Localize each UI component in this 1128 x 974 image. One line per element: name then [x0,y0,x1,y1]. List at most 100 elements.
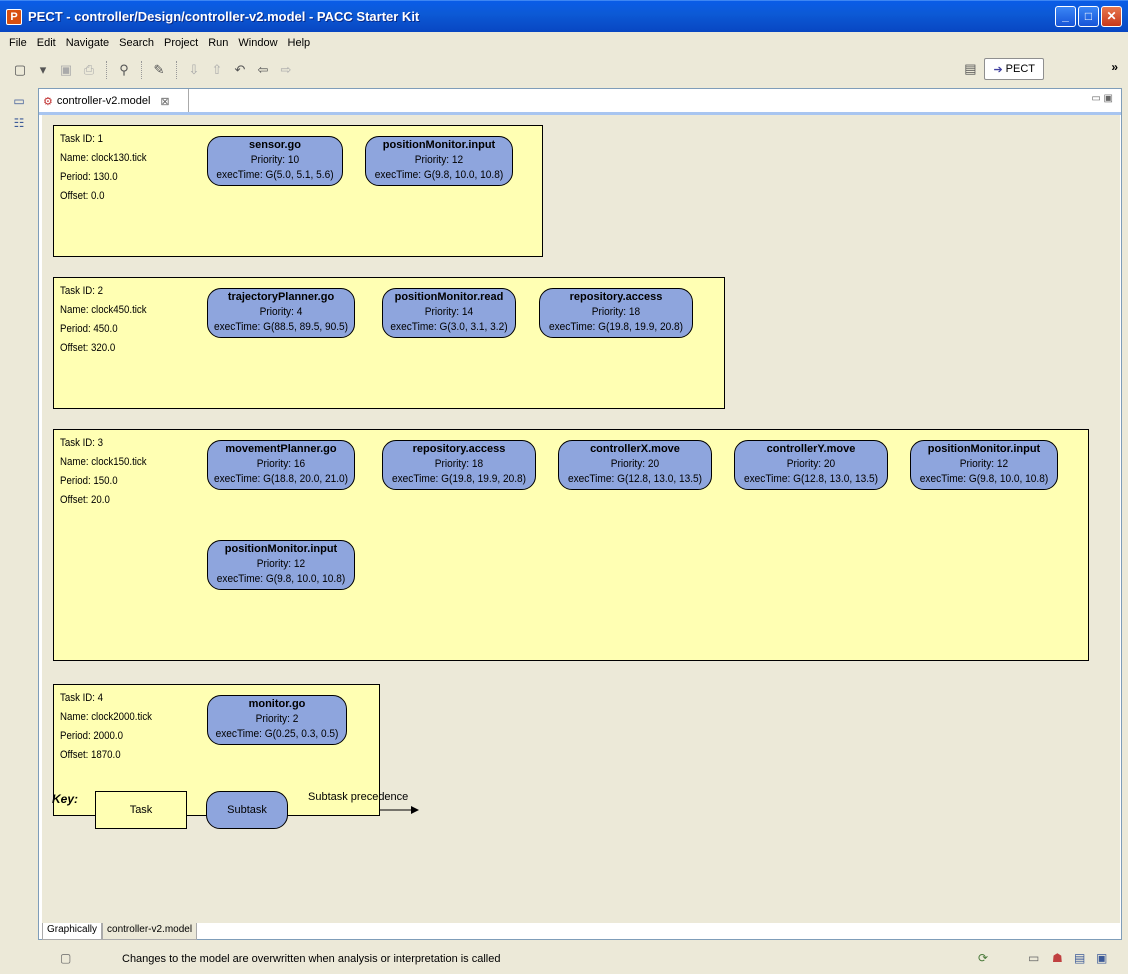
dropdown-icon[interactable]: ▾ [33,60,53,80]
pen-icon[interactable]: ✎ [149,60,169,80]
subtask-exectime: execTime: G(12.8, 13.0, 13.5) [567,473,703,485]
legend: Key: Task Subtask Subtask precedence [42,775,542,835]
subtask-node[interactable]: positionMonitor.read Priority: 14 execTi… [382,288,516,338]
subtask-node[interactable]: controllerX.move Priority: 20 execTime: … [558,440,712,490]
subtask-node[interactable]: sensor.go Priority: 10 execTime: G(5.0, … [207,136,343,186]
menu-edit[interactable]: Edit [32,37,61,49]
console-icon[interactable]: ▣ [1096,951,1107,965]
new-icon[interactable]: ▢ [10,60,30,80]
arrow-icon: ➔ [993,63,1003,76]
legend-task: Task [95,791,187,829]
subtask-name: controllerX.move [590,443,680,455]
subtask-priority: Priority: 12 [959,458,1009,470]
task-box[interactable]: Task ID: 1 Name: clock130.tick Period: 1… [53,125,543,257]
subtask-priority: Priority: 16 [256,458,306,470]
subtask-priority: Priority: 20 [786,458,836,470]
subtask-name: repository.access [412,443,506,455]
legend-label: Key: [52,792,79,806]
task-id: Task ID: 2 [60,285,104,297]
title-bar: P PECT - controller/Design/controller-v2… [0,0,1128,32]
subtask-node[interactable]: movementPlanner.go Priority: 16 execTime… [207,440,355,490]
subtask-name: trajectoryPlanner.go [227,291,335,303]
menu-navigate[interactable]: Navigate [61,37,114,49]
print-icon[interactable]: ⎙ [79,60,99,80]
subtask-node[interactable]: monitor.go Priority: 2 execTime: G(0.25,… [207,695,347,745]
tab-model-source[interactable]: controller-v2.model [102,923,198,940]
task-offset: Offset: 320.0 [60,342,116,354]
save-icon[interactable]: ▣ [56,60,76,80]
fast-view-icon[interactable]: ▢ [60,951,71,965]
menu-project[interactable]: Project [159,37,203,49]
editor-tab[interactable]: ⚙ controller-v2.model ⊠ [39,89,189,113]
subtask-node[interactable]: positionMonitor.input Priority: 12 execT… [910,440,1058,490]
editor-area: ⚙ controller-v2.model ⊠ ▭ ▣ Task ID: 1 N… [38,88,1122,940]
subtask-exectime: execTime: G(12.8, 13.0, 13.5) [743,473,879,485]
model-canvas[interactable]: Task ID: 1 Name: clock130.tick Period: 1… [42,115,1120,923]
back-icon[interactable]: ⇦ [253,60,273,80]
subtask-exectime: execTime: G(9.8, 10.0, 10.8) [919,473,1049,485]
main-toolbar: ▢ ▾ ▣ ⎙ ⚲ ✎ ⇩ ⇧ ↶ ⇦ ⇨ [0,56,1128,84]
task-offset: Offset: 0.0 [60,190,105,202]
minimize-button[interactable]: _ [1055,6,1076,27]
tab-graphically[interactable]: Graphically [42,923,103,940]
subtask-priority: Priority: 4 [259,306,303,318]
subtask-priority: Priority: 12 [256,558,306,570]
forward-icon[interactable]: ⇨ [276,60,296,80]
subtask-name: positionMonitor.read [394,291,504,303]
task-name: Name: clock130.tick [60,152,147,164]
subtask-node[interactable]: repository.access Priority: 18 execTime:… [382,440,536,490]
subtask-priority: Priority: 10 [250,154,300,166]
subtask-exectime: execTime: G(9.8, 10.0, 10.8) [216,573,346,585]
sync-icon[interactable]: ⟳ [978,951,988,965]
menu-help[interactable]: Help [283,37,316,49]
bottom-tabs: Graphically controller-v2.model [42,923,198,940]
subtask-priority: Priority: 14 [424,306,474,318]
task-name: Name: clock150.tick [60,456,147,468]
menu-file[interactable]: File [4,37,32,49]
subtask-name: repository.access [569,291,663,303]
task-period: Period: 150.0 [60,475,118,487]
task-id: Task ID: 4 [60,692,104,704]
person-icon[interactable]: ☗ [1052,951,1063,965]
window-icon[interactable]: ▤ [1074,951,1085,965]
restore-small-icon[interactable]: ▭ [1028,951,1039,965]
outline-icon[interactable]: ☷ [10,116,28,134]
close-button[interactable]: ✕ [1101,6,1122,27]
task-period: Period: 130.0 [60,171,118,183]
task-box[interactable]: Task ID: 3 Name: clock150.tick Period: 1… [53,429,1089,661]
subtask-name: positionMonitor.input [382,139,496,151]
subtask-node[interactable]: positionMonitor.input Priority: 12 execT… [207,540,355,590]
legend-subtask: Subtask [206,791,288,829]
subtask-node[interactable]: controllerY.move Priority: 20 execTime: … [734,440,888,490]
task-period: Period: 2000.0 [60,730,123,742]
subtask-priority: Priority: 2 [255,713,299,725]
task-name: Name: clock450.tick [60,304,147,316]
prev-annotation-icon[interactable]: ⇧ [207,60,227,80]
chevron-icon[interactable]: » [1111,60,1118,74]
view-controls[interactable]: ▭ ▣ [1091,93,1113,104]
menu-window[interactable]: Window [233,37,282,49]
subtask-node[interactable]: trajectoryPlanner.go Priority: 4 execTim… [207,288,355,338]
subtask-exectime: execTime: G(3.0, 3.1, 3.2) [390,321,508,333]
subtask-exectime: execTime: G(19.8, 19.9, 20.8) [548,321,684,333]
left-trim: ▭ ☷ [4,90,34,150]
subtask-priority: Priority: 18 [434,458,484,470]
task-box[interactable]: Task ID: 2 Name: clock450.tick Period: 4… [53,277,725,409]
open-perspective-icon[interactable]: ▤ [960,59,980,79]
subtask-node[interactable]: positionMonitor.input Priority: 12 execT… [365,136,513,186]
task-name: Name: clock2000.tick [60,711,153,723]
subtask-name: controllerY.move [766,443,856,455]
legend-precedence: Subtask precedence [308,791,409,803]
last-edit-icon[interactable]: ↶ [230,60,250,80]
search-icon[interactable]: ⚲ [114,60,134,80]
maximize-button[interactable]: □ [1078,6,1099,27]
menu-run[interactable]: Run [203,37,233,49]
menu-search[interactable]: Search [114,37,159,49]
pect-perspective-button[interactable]: ➔ PECT [984,58,1044,80]
task-period: Period: 450.0 [60,323,118,335]
subtask-node[interactable]: repository.access Priority: 18 execTime:… [539,288,693,338]
restore-icon[interactable]: ▭ [10,94,28,112]
close-tab-icon[interactable]: ⊠ [160,95,169,108]
perspective-switcher: ▤ ➔ PECT [960,58,1044,80]
next-annotation-icon[interactable]: ⇩ [184,60,204,80]
